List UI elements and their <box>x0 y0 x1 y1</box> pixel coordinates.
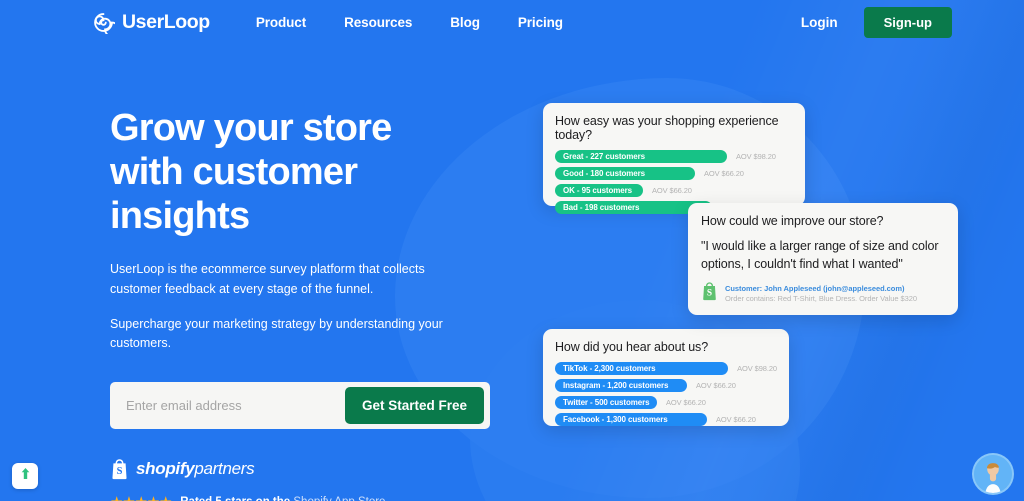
result-aov: AOV $66.20 <box>666 398 706 407</box>
top-navigation-bar: UserLoop Product Resources Blog Pricing … <box>0 0 1024 44</box>
customer-identity: Customer: John Appleseed (john@appleseed… <box>725 284 905 294</box>
nav-actions: Login Sign-up <box>801 6 952 38</box>
nav-item-blog[interactable]: Blog <box>450 15 480 30</box>
hero-paragraph-2: Supercharge your marketing strategy by u… <box>110 316 443 351</box>
result-bar: Great - 227 customers <box>555 150 727 163</box>
survey-result-row: Good - 180 customers AOV $66.20 <box>555 167 793 180</box>
brand-name: UserLoop <box>122 10 210 33</box>
hero-title-line-1: Grow your store <box>110 107 392 149</box>
result-bar: TikTok - 2,300 customers <box>555 362 729 375</box>
shopify-partners-badge: S shopifypartners <box>110 459 1024 480</box>
survey-result-row: Twitter - 500 customers AOV $66.20 <box>555 396 777 409</box>
result-bar: Facebook - 1,300 customers <box>555 413 707 426</box>
shopify-bag-icon: S <box>701 282 718 306</box>
survey-results-list: TikTok - 2,300 customers AOV $98.20 Inst… <box>555 362 777 426</box>
survey-result-row: Instagram - 1,200 customers AOV $66.20 <box>555 379 777 392</box>
shopify-bag-icon: S <box>110 459 129 480</box>
result-bar: Good - 180 customers <box>555 167 695 180</box>
survey-result-row: TikTok - 2,300 customers AOV $98.20 <box>555 362 777 375</box>
result-aov: AOV $98.20 <box>736 152 776 161</box>
result-aov: AOV $66.20 <box>696 381 736 390</box>
get-started-button[interactable]: Get Started Free <box>344 386 484 424</box>
result-aov: AOV $66.20 <box>652 186 692 195</box>
support-chat-avatar[interactable] <box>972 453 1014 495</box>
nav-item-pricing[interactable]: Pricing <box>518 15 563 30</box>
survey-result-row: Facebook - 1,300 customers AOV $66.20 <box>555 413 777 426</box>
hero-title-line-3: insights <box>110 195 250 238</box>
app-store-rating: ★★★★★ Rated 5 stars on the Shopify App S… <box>110 493 1024 501</box>
survey-card-store-feedback[interactable]: How could we improve our store? "I would… <box>688 203 958 315</box>
signup-button[interactable]: Sign-up <box>863 6 952 38</box>
nav-links: Product Resources Blog Pricing <box>256 15 563 30</box>
hero-title-line-2: with customer <box>110 151 358 194</box>
result-aov: AOV $66.20 <box>716 415 756 424</box>
result-aov: AOV $66.20 <box>704 169 744 178</box>
scroll-to-top-button[interactable] <box>12 463 38 489</box>
spiral-icon <box>92 11 115 34</box>
result-aov: AOV $98.20 <box>737 364 777 373</box>
feedback-question: How could we improve our store? <box>701 214 884 228</box>
survey-card-shopping-experience[interactable]: How easy was your shopping experience to… <box>543 103 805 214</box>
result-bar: OK - 95 customers <box>555 184 643 197</box>
rating-store-text: Shopify App Store <box>293 496 385 501</box>
survey-question: How did you hear about us? <box>555 340 709 354</box>
login-link[interactable]: Login <box>801 15 838 30</box>
survey-card-hear-about-us[interactable]: How did you hear about us? TikTok - 2,30… <box>543 329 789 426</box>
page-title: Grow your store with customer insights <box>110 106 470 238</box>
result-bar: Instagram - 1,200 customers <box>555 379 687 392</box>
five-stars-icon: ★★★★★ <box>110 493 172 501</box>
customer-order-info: Order contains: Red T-Shirt, Blue Dress.… <box>725 294 917 304</box>
survey-result-row: OK - 95 customers AOV $66.20 <box>555 184 793 197</box>
survey-result-row: Great - 227 customers AOV $98.20 <box>555 150 793 163</box>
customer-text-lines: Customer: John Appleseed (john@appleseed… <box>725 284 917 304</box>
svg-text:S: S <box>117 466 123 477</box>
partners-partners-text: partners <box>194 459 255 479</box>
brand-logo[interactable]: UserLoop <box>92 11 210 34</box>
nav-item-product[interactable]: Product <box>256 15 306 30</box>
hero-paragraph-1: UserLoop is the ecommerce survey platfor… <box>110 262 425 296</box>
feedback-quote: "I would like a larger range of size and… <box>701 239 939 272</box>
email-field[interactable] <box>110 381 345 429</box>
partners-shopify-text: shopify <box>136 459 195 479</box>
signup-form: Get Started Free <box>110 381 490 429</box>
svg-text:S: S <box>707 289 712 299</box>
nav-item-resources[interactable]: Resources <box>344 15 412 30</box>
partners-wordmark: shopifypartners <box>136 459 255 479</box>
customer-details: S Customer: John Appleseed (john@applese… <box>701 282 945 306</box>
survey-question: How easy was your shopping experience to… <box>555 114 779 142</box>
arrow-up-icon <box>19 466 32 486</box>
rating-label: Rated 5 stars on the Shopify App Store <box>180 496 385 501</box>
result-bar: Twitter - 500 customers <box>555 396 657 409</box>
rating-bold-text: Rated 5 stars on the <box>180 496 290 501</box>
